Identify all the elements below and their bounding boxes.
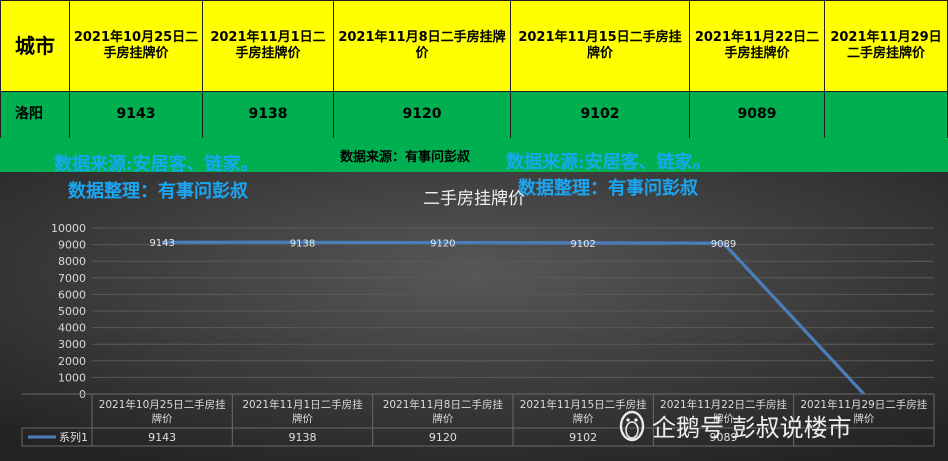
data-label: 9120 <box>430 239 455 250</box>
data-label: 9143 <box>149 238 174 249</box>
table-header-row: 城市 2021年10月25日二手房挂牌价 2021年11月1日二手房挂牌价 20… <box>0 0 948 92</box>
x-tick-label: 2021年11月8日二手房挂 <box>383 398 504 411</box>
line-chart: 数据整理：有事问彭叔 数据整理：有事问彭叔 二手房挂牌价 01000200030… <box>0 172 948 461</box>
table-value: 9143 <box>148 431 176 444</box>
value-cell: 9138 <box>202 91 334 139</box>
y-tick-label: 9000 <box>58 239 86 252</box>
x-tick-label: 牌价 <box>432 412 453 425</box>
x-tick-label: 牌价 <box>152 412 173 425</box>
brand-watermark: 企鹅号 彭叔说楼市 <box>619 410 852 442</box>
x-tick-label: 2021年11月22日二手房挂 <box>660 398 787 411</box>
watermark-curator: 数据整理：有事问彭叔 <box>518 177 699 199</box>
data-label: 9138 <box>290 238 315 249</box>
brand-text: 企鹅号 彭叔说楼市 <box>652 414 852 442</box>
column-header: 2021年10月25日二手房挂牌价 <box>69 0 203 92</box>
chart-title: 二手房挂牌价 <box>423 189 525 209</box>
data-label: 9102 <box>570 239 595 250</box>
y-tick-label: 1000 <box>58 371 86 384</box>
price-table: 城市 2021年10月25日二手房挂牌价 2021年11月1日二手房挂牌价 20… <box>0 0 948 139</box>
column-header: 2021年11月8日二手房挂牌价 <box>333 0 511 92</box>
x-tick-label: 2021年11月29日二手房挂 <box>800 398 927 411</box>
legend-label: 系列1 <box>59 430 88 444</box>
value-cell <box>824 91 948 139</box>
city-header: 城市 <box>0 0 70 92</box>
x-tick-label: 2021年10月25日二手房挂 <box>99 398 226 411</box>
table-value: 9138 <box>289 431 317 444</box>
y-tick-label: 3000 <box>58 338 86 351</box>
column-header: 2021年11月1日二手房挂牌价 <box>202 0 334 92</box>
table-row: 洛阳 9143 9138 9120 9102 9089 <box>0 91 948 139</box>
y-tick-label: 7000 <box>58 272 86 285</box>
value-cell: 9143 <box>69 91 203 139</box>
y-tick-label: 10000 <box>51 222 86 235</box>
x-tick-label: 牌价 <box>853 412 874 425</box>
column-header: 2021年11月29日二手房挂牌价 <box>824 0 948 92</box>
x-tick-label: 2021年11月15日二手房挂 <box>520 398 647 411</box>
y-tick-label: 6000 <box>58 288 86 301</box>
y-tick-label: 2000 <box>58 355 86 368</box>
column-header: 2021年11月15日二手房挂牌价 <box>510 0 690 92</box>
city-cell: 洛阳 <box>0 91 70 139</box>
data-label: 9089 <box>711 239 736 250</box>
x-tick-label: 牌价 <box>573 412 594 425</box>
column-header: 2021年11月22日二手房挂牌价 <box>689 0 825 92</box>
table-value: 9102 <box>569 431 597 444</box>
watermark-source: 数据来源:安居客、链家。 <box>506 152 711 173</box>
value-cell: 9102 <box>510 91 690 139</box>
watermark-curator: 数据整理：有事问彭叔 <box>68 180 249 202</box>
x-tick-label: 2021年11月1日二手房挂 <box>242 398 363 411</box>
y-tick-label: 4000 <box>58 322 86 335</box>
x-tick-label: 牌价 <box>292 412 313 425</box>
y-tick-label: 5000 <box>58 305 86 318</box>
table-value: 9120 <box>429 431 457 444</box>
value-cell: 9089 <box>689 91 825 139</box>
value-cell: 9120 <box>333 91 511 139</box>
y-tick-label: 8000 <box>58 255 86 268</box>
